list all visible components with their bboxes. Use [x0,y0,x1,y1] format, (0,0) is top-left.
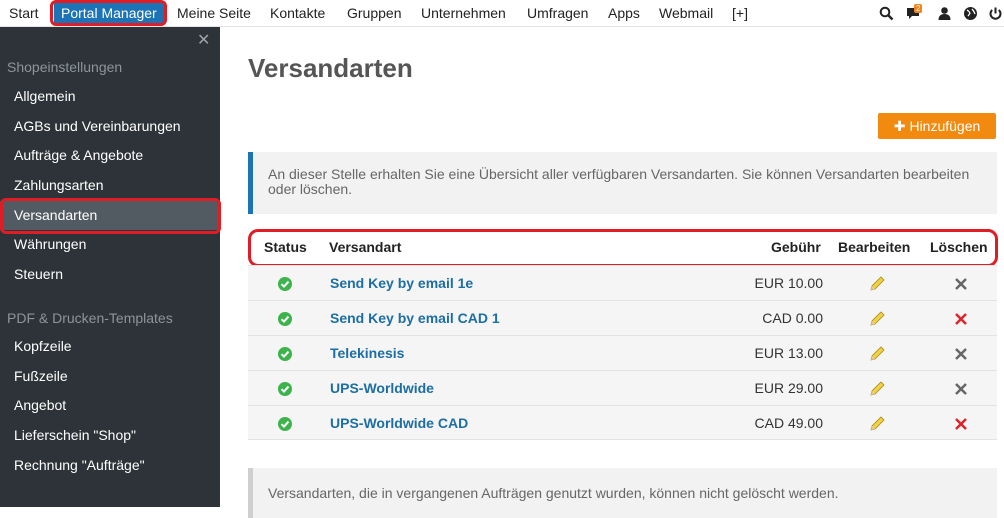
sidebar: ✕ Shopeinstellungen Allgemein AGBs und V… [0,27,220,507]
shipping-name-link[interactable]: UPS-Worldwide CAD [330,406,468,441]
page-title: Versandarten [248,53,413,83]
nav-apps[interactable]: Apps [608,0,640,27]
sidebar-item-kopfzeile[interactable]: Kopfzeile [0,332,220,361]
delete-disabled-icon [955,383,967,395]
sidebar-item-agbs[interactable]: AGBs und Vereinbarungen [0,112,220,141]
shipping-fee: EUR 10.00 [754,275,823,291]
top-nav: Start Portal Manager Meine Seite Kontakt… [0,0,1004,27]
status-ok-icon [278,382,292,396]
shipping-name-link[interactable]: Send Key by email CAD 1 [330,301,500,336]
status-ok-icon [278,347,292,361]
status-ok-icon [278,417,292,431]
edit-pencil-icon[interactable] [868,415,886,433]
header-status: Status [264,239,307,255]
search-icon[interactable] [879,6,894,21]
edit-pencil-icon[interactable] [868,310,886,328]
status-ok-icon [278,277,292,291]
edit-pencil-icon[interactable] [868,380,886,398]
shipping-name-link[interactable]: Send Key by email 1e [330,266,473,301]
sidebar-item-waehrungen[interactable]: Währungen [0,230,220,259]
edit-pencil-icon[interactable] [868,275,886,293]
header-versandart: Versandart [329,239,402,255]
table-row: Send Key by email 1e EUR 10.00 [248,265,997,300]
sidebar-close-icon[interactable]: ✕ [197,30,210,50]
nav-portal-manager[interactable]: Portal Manager [54,2,164,24]
add-button-label: Hinzufügen [909,118,981,134]
table-row: Telekinesis EUR 13.00 [248,335,997,370]
sidebar-item-zahlungsarten[interactable]: Zahlungsarten [0,171,220,200]
delete-icon[interactable] [954,417,968,431]
nav-unternehmen[interactable]: Unternehmen [421,0,506,27]
table-row: UPS-Worldwide EUR 29.00 [248,370,997,405]
sidebar-item-rechnung[interactable]: Rechnung "Aufträge" [0,451,220,480]
nav-webmail[interactable]: Webmail [659,0,713,27]
add-button[interactable]: ✚ Hinzufügen [878,113,996,139]
table-row: UPS-Worldwide CAD CAD 49.00 [248,405,997,440]
user-icon[interactable] [937,6,952,21]
nav-umfragen[interactable]: Umfragen [527,0,588,27]
nav-start[interactable]: Start [9,0,39,27]
power-icon[interactable] [988,6,1003,21]
footer-note: Versandarten, die in vergangenen Aufträg… [248,468,997,518]
nav-meine-seite[interactable]: Meine Seite [177,0,251,27]
edit-pencil-icon[interactable] [868,345,886,363]
info-box: An dieser Stelle erhalten Sie eine Übers… [248,152,997,214]
globe-icon[interactable] [963,6,978,21]
header-bearbeiten: Bearbeiten [838,239,911,255]
shipping-name-link[interactable]: UPS-Worldwide [330,371,434,406]
shipping-fee: CAD 49.00 [754,415,823,431]
delete-disabled-icon [955,278,967,290]
header-gebuehr: Gebühr [771,239,821,255]
sidebar-section-shop: Shopeinstellungen [7,59,123,75]
sidebar-item-angebot[interactable]: Angebot [0,391,220,420]
sidebar-item-lieferschein[interactable]: Lieferschein "Shop" [0,421,220,450]
shipping-fee: EUR 29.00 [754,380,823,396]
notification-badge: 2 [914,4,923,13]
status-ok-icon [278,312,292,326]
shipping-fee: CAD 0.00 [762,310,823,326]
sidebar-item-steuern[interactable]: Steuern [0,260,220,289]
header-loeschen: Löschen [930,239,988,255]
plus-icon: ✚ [893,118,906,134]
table-header: Status Versandart Gebühr Bearbeiten Lösc… [248,231,997,263]
nav-kontakte[interactable]: Kontakte [270,0,325,27]
nav-add-tab[interactable]: [+] [732,0,748,27]
sidebar-item-allgemein[interactable]: Allgemein [0,82,220,111]
sidebar-item-auftraege[interactable]: Aufträge & Angebote [0,141,220,170]
sidebar-section-pdf: PDF & Drucken-Templates [7,310,173,326]
delete-disabled-icon [955,348,967,360]
delete-icon[interactable] [954,312,968,326]
shipping-name-link[interactable]: Telekinesis [330,336,404,371]
sidebar-item-versandarten[interactable]: Versandarten [0,201,220,230]
table-row: Send Key by email CAD 1 CAD 0.00 [248,300,997,335]
nav-gruppen[interactable]: Gruppen [347,0,401,27]
shipping-fee: EUR 13.00 [754,345,823,361]
sidebar-item-fusszeile[interactable]: Fußzeile [0,362,220,391]
